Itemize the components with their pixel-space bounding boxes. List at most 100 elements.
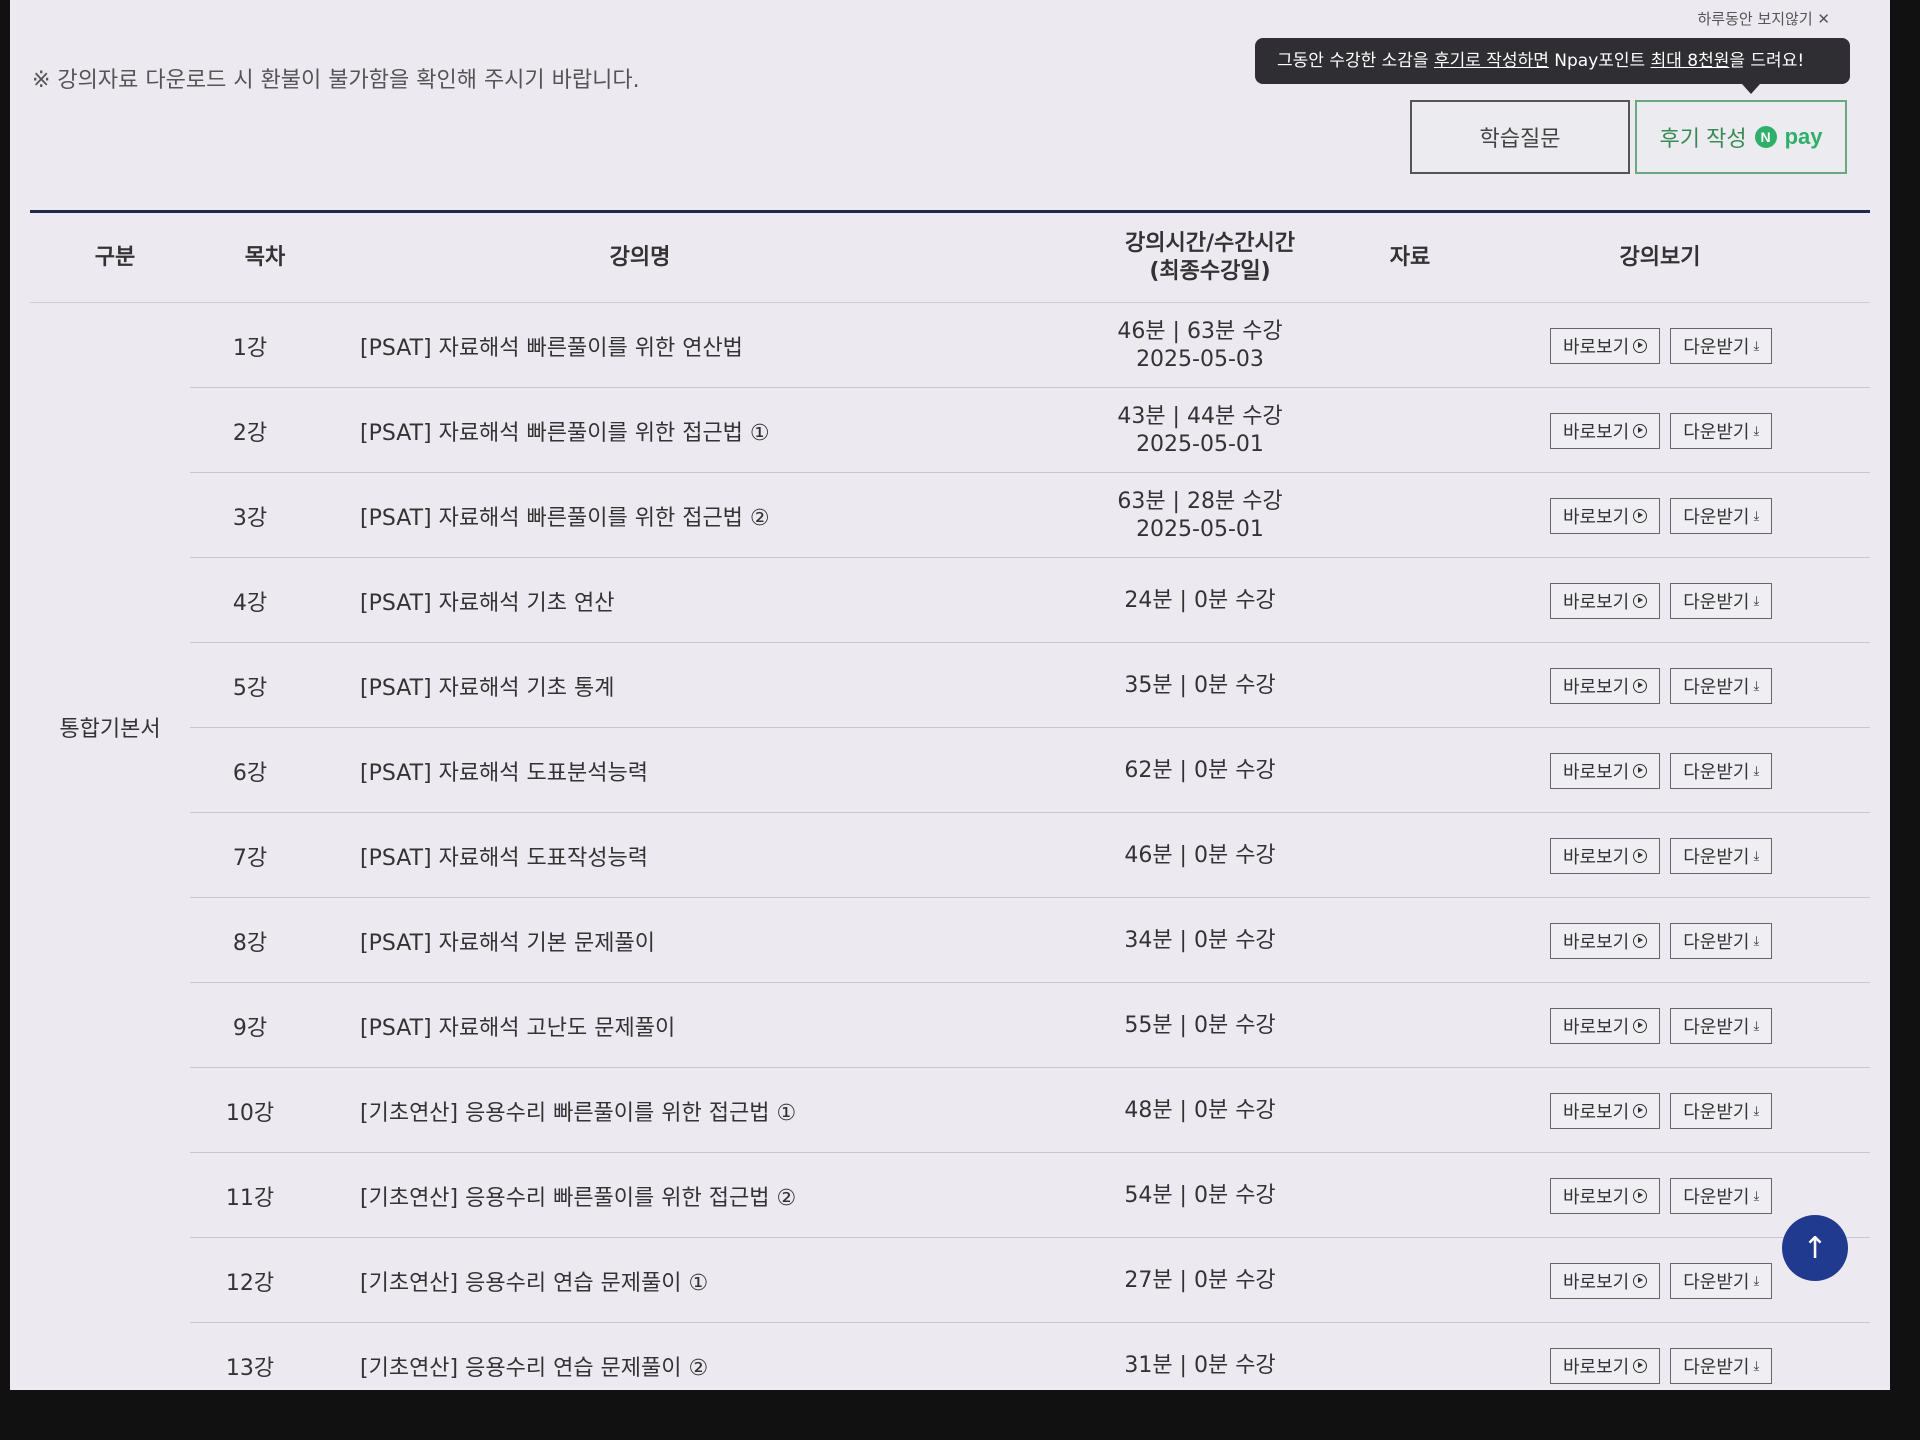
- play-circle-icon: [1633, 508, 1648, 523]
- table-row: 5강 [PSAT] 자료해석 기초 통계 35분 | 0분 수강 바로보기 다운받기 ⤓: [190, 643, 1870, 728]
- watch-button[interactable]: 바로보기: [1550, 1092, 1661, 1129]
- last-watched-date: 2025-05-01: [1136, 431, 1264, 457]
- lecture-title[interactable]: [PSAT] 자료해석 고난도 문제풀이: [360, 983, 1060, 1068]
- watch-button[interactable]: 바로보기: [1550, 1262, 1661, 1299]
- lecture-title[interactable]: [PSAT] 자료해석 빠른풀이를 위한 접근법 ②: [360, 473, 1060, 558]
- play-circle-icon: [1633, 763, 1648, 778]
- download-button[interactable]: 다운받기 ⤓: [1670, 582, 1773, 619]
- watch-label: 바로보기: [1563, 1016, 1630, 1037]
- watch-button[interactable]: 바로보기: [1550, 752, 1661, 789]
- review-tooltip: 그동안 수강한 소감을 후기로 작성하면 Npay포인트 최대 8천원을 드려요…: [1255, 38, 1850, 94]
- lecture-actions: 바로보기 다운받기 ⤓: [1550, 473, 1850, 558]
- lecture-number: 3강: [232, 505, 268, 531]
- lecture-time: 31분 | 0분 수강: [1050, 1323, 1350, 1390]
- watch-button[interactable]: 바로보기: [1550, 497, 1661, 534]
- lecture-time: 46분 | 0분 수강: [1050, 813, 1350, 898]
- lecture-actions: 바로보기 다운받기 ⤓: [1550, 643, 1850, 728]
- play-circle-icon: [1633, 1358, 1648, 1373]
- download-button[interactable]: 다운받기 ⤓: [1670, 497, 1773, 534]
- table-header: 구분 목차 강의명 강의시간/수간시간 (최종수강일) 자료 강의보기: [30, 213, 1870, 303]
- lecture-title[interactable]: [PSAT] 자료해석 도표작성능력: [360, 813, 1060, 898]
- lecture-duration: 27분 | 0분 수강: [1124, 1267, 1276, 1293]
- lecture-time: 24분 | 0분 수강: [1050, 558, 1350, 643]
- lecture-title[interactable]: [PSAT] 자료해석 빠른풀이를 위한 연산법: [360, 303, 1060, 388]
- lecture-time: 35분 | 0분 수강: [1050, 643, 1350, 728]
- lecture-number: 8강: [232, 930, 268, 956]
- download-button[interactable]: 다운받기 ⤓: [1670, 1262, 1773, 1299]
- download-icon: ⤓: [1753, 677, 1760, 693]
- watch-label: 바로보기: [1563, 506, 1630, 527]
- lecture-duration: 48분 | 0분 수강: [1124, 1097, 1276, 1123]
- lecture-title[interactable]: [기초연산] 응용수리 연습 문제풀이 ①: [360, 1238, 1060, 1323]
- write-review-button[interactable]: 후기 작성 N pay: [1635, 100, 1847, 174]
- download-button[interactable]: 다운받기 ⤓: [1670, 1007, 1773, 1044]
- download-button[interactable]: 다운받기 ⤓: [1670, 327, 1773, 364]
- download-icon: ⤓: [1753, 847, 1760, 863]
- lecture-time: 62분 | 0분 수강: [1050, 728, 1350, 813]
- watch-button[interactable]: 바로보기: [1550, 1177, 1661, 1214]
- lecture-title[interactable]: [PSAT] 자료해석 도표분석능력: [360, 728, 1060, 813]
- download-button[interactable]: 다운받기 ⤓: [1670, 667, 1773, 704]
- header-index: 목차: [244, 245, 286, 270]
- watch-button[interactable]: 바로보기: [1550, 922, 1661, 959]
- download-button[interactable]: 다운받기 ⤓: [1670, 1177, 1773, 1214]
- table-row: 6강 [PSAT] 자료해석 도표분석능력 62분 | 0분 수강 바로보기 다운받기 ⤓: [190, 728, 1870, 813]
- last-watched-date: 2025-05-03: [1136, 346, 1264, 372]
- lecture-actions: 바로보기 다운받기 ⤓: [1550, 1323, 1850, 1390]
- lecture-title[interactable]: [기초연산] 응용수리 빠른풀이를 위한 접근법 ①: [360, 1068, 1060, 1153]
- watch-button[interactable]: 바로보기: [1550, 837, 1661, 874]
- watch-label: 바로보기: [1563, 931, 1630, 952]
- download-label: 다운받기: [1683, 1186, 1750, 1207]
- download-icon: ⤓: [1753, 1272, 1760, 1288]
- lecture-title[interactable]: [PSAT] 자료해석 기본 문제풀이: [360, 898, 1060, 983]
- qna-button[interactable]: 학습질문: [1410, 100, 1630, 174]
- download-icon: ⤓: [1753, 932, 1760, 948]
- watch-button[interactable]: 바로보기: [1550, 412, 1661, 449]
- lecture-number: 1강: [232, 335, 268, 361]
- header-category: 구분: [94, 245, 136, 270]
- review-label: 후기 작성: [1659, 126, 1747, 151]
- lecture-number: 2강: [232, 420, 268, 446]
- npay-logo-text: pay: [1784, 124, 1823, 149]
- download-button[interactable]: 다운받기 ⤓: [1670, 837, 1773, 874]
- watch-button[interactable]: 바로보기: [1550, 1347, 1661, 1384]
- watch-label: 바로보기: [1563, 676, 1630, 697]
- play-circle-icon: [1633, 1273, 1648, 1288]
- watch-button[interactable]: 바로보기: [1550, 582, 1661, 619]
- watch-label: 바로보기: [1563, 761, 1630, 782]
- download-label: 다운받기: [1683, 591, 1750, 612]
- screen: 하루동안 보지않기 ✕ ※ 강의자료 다운로드 시 환불이 불가함을 확인해 주…: [10, 0, 1890, 1390]
- hide-today-link[interactable]: 하루동안 보지않기 ✕: [1697, 8, 1830, 29]
- download-icon: ⤓: [1753, 1357, 1760, 1373]
- lecture-title[interactable]: [기초연산] 응용수리 연습 문제풀이 ②: [360, 1323, 1060, 1390]
- last-watched-date: 2025-05-01: [1136, 516, 1264, 542]
- lecture-title[interactable]: [PSAT] 자료해석 빠른풀이를 위한 접근법 ①: [360, 388, 1060, 473]
- lecture-actions: 바로보기 다운받기 ⤓: [1550, 728, 1850, 813]
- download-label: 다운받기: [1683, 1356, 1750, 1377]
- watch-button[interactable]: 바로보기: [1550, 1007, 1661, 1044]
- download-button[interactable]: 다운받기 ⤓: [1670, 412, 1773, 449]
- download-button[interactable]: 다운받기 ⤓: [1670, 922, 1773, 959]
- watch-label: 바로보기: [1563, 336, 1630, 357]
- lecture-title[interactable]: [PSAT] 자료해석 기초 연산: [360, 558, 1060, 643]
- download-button[interactable]: 다운받기 ⤓: [1670, 1347, 1773, 1384]
- watch-label: 바로보기: [1563, 1186, 1630, 1207]
- watch-button[interactable]: 바로보기: [1550, 327, 1661, 364]
- download-label: 다운받기: [1683, 421, 1750, 442]
- table-body: 1강 [PSAT] 자료해석 빠른풀이를 위한 연산법 46분 | 63분 수강 20…: [30, 303, 1870, 1390]
- download-label: 다운받기: [1683, 761, 1750, 782]
- tooltip-text: 그동안 수강한 소감을: [1277, 51, 1434, 71]
- watch-button[interactable]: 바로보기: [1550, 667, 1661, 704]
- lecture-duration: 63분 | 28분 수강: [1117, 488, 1283, 514]
- table-row: 8강 [PSAT] 자료해석 기본 문제풀이 34분 | 0분 수강 바로보기 다운받기…: [190, 898, 1870, 983]
- scroll-top-button[interactable]: ↑: [1782, 1215, 1848, 1281]
- lecture-title[interactable]: [기초연산] 응용수리 빠른풀이를 위한 접근법 ②: [360, 1153, 1060, 1238]
- lecture-time: 63분 | 28분 수강 2025-05-01: [1050, 473, 1350, 558]
- lecture-time: 43분 | 44분 수강 2025-05-01: [1050, 388, 1350, 473]
- lecture-actions: 바로보기 다운받기 ⤓: [1550, 983, 1850, 1068]
- download-button[interactable]: 다운받기 ⤓: [1670, 752, 1773, 789]
- download-button[interactable]: 다운받기 ⤓: [1670, 1092, 1773, 1129]
- download-label: 다운받기: [1683, 1101, 1750, 1122]
- lecture-title[interactable]: [PSAT] 자료해석 기초 통계: [360, 643, 1060, 728]
- play-circle-icon: [1633, 1103, 1648, 1118]
